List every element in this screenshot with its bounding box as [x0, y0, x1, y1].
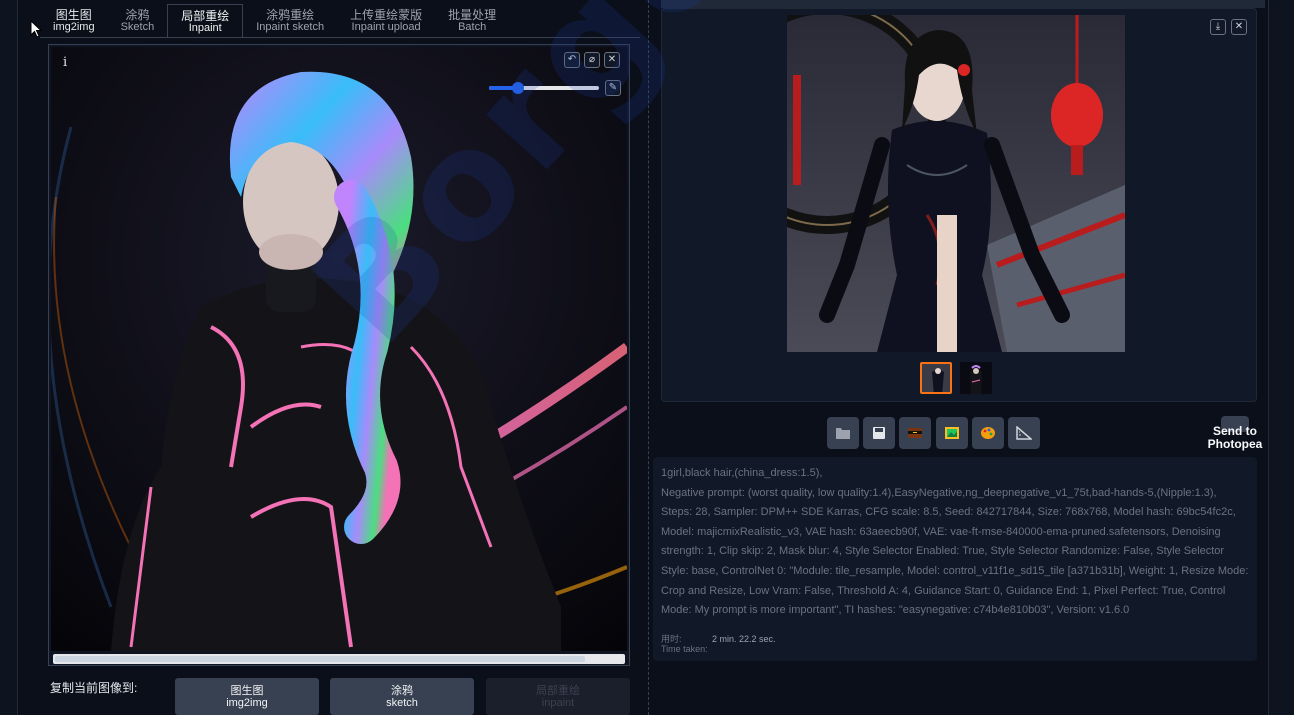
save-icon: [873, 427, 885, 439]
eraser-icon[interactable]: ⌀: [584, 52, 600, 68]
generation-info: 1girl,black hair,(china_dress:1.5), Nega…: [661, 464, 1251, 621]
save-button[interactable]: [863, 417, 895, 449]
open-folder-button[interactable]: [827, 417, 859, 449]
tab-label-en: Inpaint: [188, 21, 222, 34]
close-icon[interactable]: ✕: [604, 52, 620, 68]
column-divider: [648, 0, 649, 715]
tab-label-en: Batch: [458, 21, 487, 33]
button-label-en: img2img: [226, 696, 268, 709]
scrollbar-thumb[interactable]: [55, 656, 585, 662]
prompt-text: 1girl,black hair,(china_dress:1.5),: [661, 467, 823, 479]
gallery-thumbnail-1[interactable]: [920, 362, 952, 394]
tab-label-en: Inpaint upload: [351, 21, 421, 33]
send-to-inpaint-button[interactable]: [972, 417, 1004, 449]
tab-inpaint[interactable]: 局部重绘 Inpaint: [167, 4, 244, 38]
copy-to-sketch-button[interactable]: 涂鸦 sketch: [330, 678, 474, 715]
tab-inpaint-upload[interactable]: 上传重绘蒙版 Inpaint upload: [337, 4, 435, 38]
gallery-header-bar: [661, 0, 1265, 8]
button-label-en: inpaint: [541, 696, 575, 709]
brush-size-slider[interactable]: [489, 82, 599, 94]
tab-label-zh: 局部重绘: [181, 8, 230, 23]
folder-icon: [836, 428, 850, 439]
tabs-divider: [40, 37, 640, 38]
download-icon[interactable]: ⤓: [1210, 19, 1226, 35]
button-label-zh: 涂鸦: [391, 684, 413, 697]
tab-label-en: Inpaint sketch: [256, 21, 325, 33]
negative-prompt-text: Negative prompt: (worst quality, low qua…: [661, 486, 1217, 499]
inpaint-editor: i ↶ ⌀ ✕ ✎: [48, 44, 630, 666]
tab-sketch[interactable]: 涂鸦 Sketch: [108, 4, 168, 38]
image-icon: [945, 427, 959, 439]
zip-icon: [908, 428, 922, 438]
tab-label-zh: 涂鸦重绘: [266, 8, 315, 22]
time-taken-value: 2 min. 22.2 sec.: [712, 634, 776, 644]
button-label-en: sketch: [386, 696, 418, 709]
send-to-extras-button[interactable]: [1008, 417, 1040, 449]
button-label-zh: 图生图: [230, 684, 264, 697]
send-to-photopea-button[interactable]: Send to Photopea: [1200, 425, 1270, 451]
tab-label-zh: 上传重绘蒙版: [350, 8, 423, 22]
copy-to-inpaint-button[interactable]: 局部重绘 inpaint: [486, 678, 630, 715]
copy-to-img2img-button[interactable]: 图生图 img2img: [175, 678, 319, 715]
tab-batch[interactable]: 批量处理 Batch: [435, 4, 509, 38]
close-icon[interactable]: ✕: [1231, 19, 1247, 35]
button-label-zh: 局部重绘: [536, 684, 580, 697]
inpaint-canvas[interactable]: [51, 47, 627, 651]
img2img-tabs: 图生图 img2img 涂鸦 Sketch 局部重绘 Inpaint 涂鸦重绘 …: [40, 4, 509, 38]
left-edge: [0, 0, 18, 715]
info-icon[interactable]: i: [63, 55, 67, 70]
thumbnail-art: [922, 364, 950, 392]
brush-icon[interactable]: ✎: [605, 80, 621, 96]
output-image[interactable]: [787, 15, 1125, 352]
tab-label-zh: 批量处理: [448, 8, 497, 22]
tab-img2img[interactable]: 图生图 img2img: [40, 4, 108, 38]
zip-button[interactable]: [899, 417, 931, 449]
webui-app: 图生图 img2img 涂鸦 Sketch 局部重绘 Inpaint 涂鸦重绘 …: [0, 0, 1294, 715]
inpaint-source-image: [51, 47, 627, 651]
palette-icon: [981, 427, 995, 439]
tab-inpaint-sketch[interactable]: 涂鸦重绘 Inpaint sketch: [243, 4, 337, 38]
tab-label-en: img2img: [53, 21, 95, 33]
tab-label-zh: 涂鸦: [125, 8, 150, 22]
output-image-art: [787, 15, 1125, 352]
thumbnail-art: [960, 362, 992, 394]
horizontal-scrollbar[interactable]: [53, 654, 625, 664]
time-label-zh: 用时:: [661, 634, 682, 644]
gallery-thumbnail-2[interactable]: [960, 362, 992, 394]
time-taken-label: 用时: Time taken:: [661, 634, 708, 654]
send-to-img2img-button[interactable]: [936, 417, 968, 449]
time-label-en: Time taken:: [661, 644, 708, 654]
copy-to-label: 复制当前图像到:: [50, 681, 138, 695]
tab-label-en: Sketch: [120, 21, 155, 33]
right-edge: [1268, 0, 1294, 715]
slider-thumb[interactable]: [511, 82, 524, 94]
ruler-icon: [1016, 426, 1032, 440]
tab-label-zh: 图生图: [55, 8, 92, 22]
undo-icon[interactable]: ↶: [564, 52, 580, 68]
generation-params-text: Steps: 28, Sampler: DPM++ SDE Karras, CF…: [661, 506, 1249, 617]
